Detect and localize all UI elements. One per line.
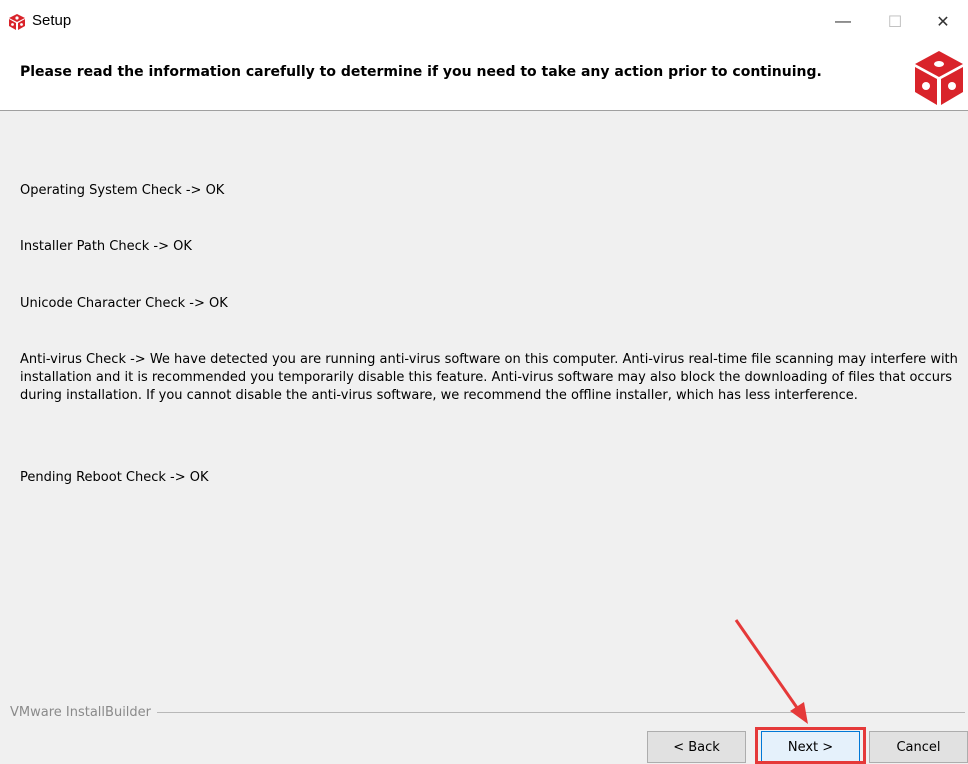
check-installer-path: Installer Path Check -> OK bbox=[20, 239, 192, 254]
title-bar: Setup — ☐ ✕ bbox=[0, 0, 968, 44]
check-unicode: Unicode Character Check -> OK bbox=[20, 296, 228, 311]
close-button[interactable]: ✕ bbox=[920, 0, 966, 44]
header-instruction: Please read the information carefully to… bbox=[20, 64, 822, 80]
red-cube-icon bbox=[9, 14, 25, 30]
cancel-button[interactable]: Cancel bbox=[869, 731, 968, 763]
check-antivirus: Anti-virus Check -> We have detected you… bbox=[20, 352, 958, 403]
check-os: Operating System Check -> OK bbox=[20, 183, 225, 198]
maximize-icon: ☐ bbox=[887, 14, 903, 31]
maximize-button[interactable]: ☐ bbox=[872, 0, 918, 44]
minimize-button[interactable]: — bbox=[820, 0, 866, 44]
brand-separator: VMware InstallBuilder bbox=[10, 703, 965, 721]
brand-label: VMware InstallBuilder bbox=[10, 704, 152, 720]
separator-line bbox=[157, 711, 965, 713]
red-cube-logo-icon bbox=[915, 51, 963, 105]
window-title: Setup bbox=[32, 12, 72, 29]
next-highlight-box bbox=[755, 727, 866, 764]
check-pending-reboot: Pending Reboot Check -> OK bbox=[20, 470, 209, 485]
wizard-header: Please read the information carefully to… bbox=[0, 44, 968, 111]
back-button[interactable]: < Back bbox=[647, 731, 746, 763]
minimize-icon: — bbox=[835, 13, 851, 30]
close-icon: ✕ bbox=[936, 14, 950, 31]
